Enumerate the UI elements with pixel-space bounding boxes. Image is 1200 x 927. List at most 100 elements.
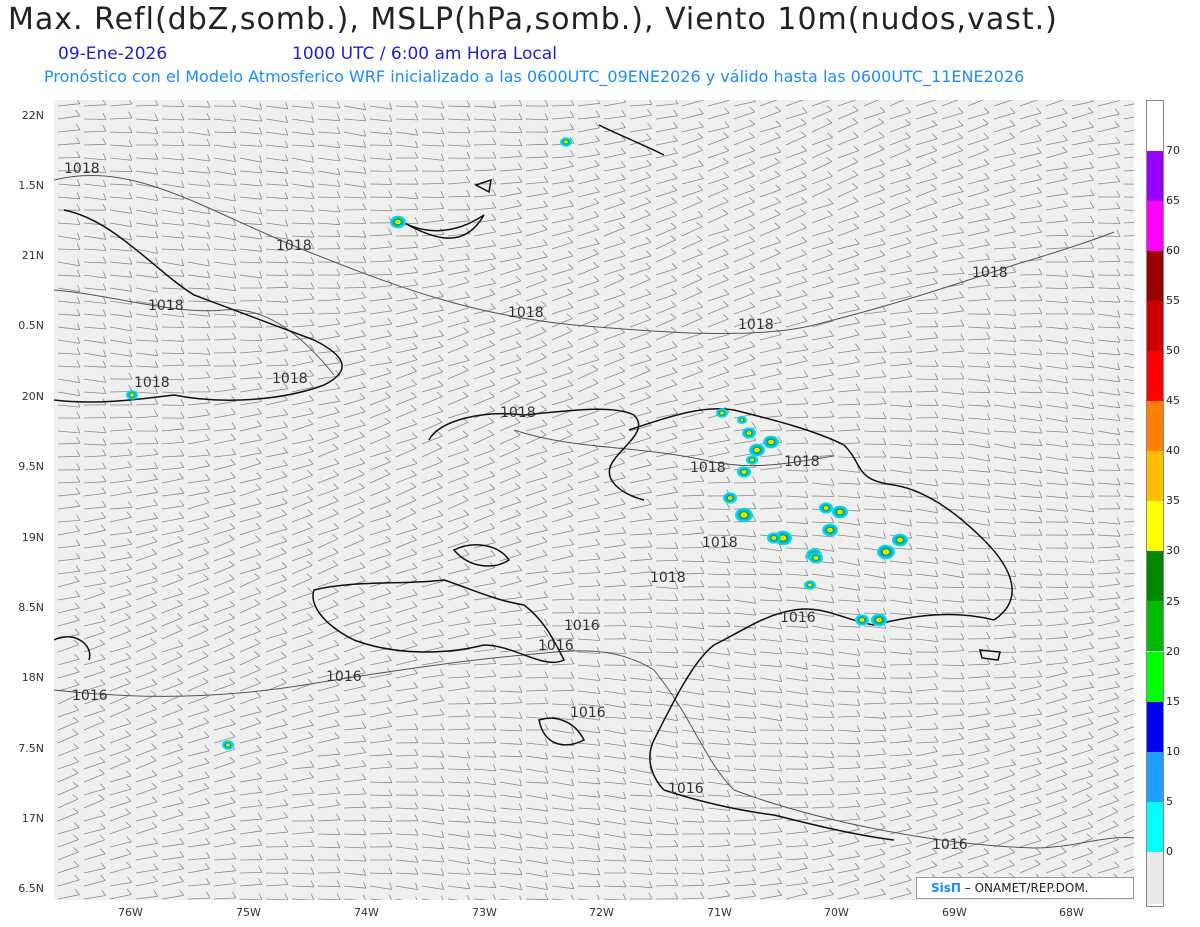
wind-barb-flag xyxy=(414,748,419,756)
wind-barb-flag xyxy=(778,423,783,431)
wind-barb-shaft xyxy=(265,817,288,822)
wind-barb-shaft xyxy=(837,469,860,473)
wind-barb-shaft xyxy=(889,815,912,822)
wind-barb-flag xyxy=(619,457,626,464)
wind-barb-shaft xyxy=(915,112,938,120)
wind-barb-shaft xyxy=(83,582,106,588)
wind-barb-flag xyxy=(595,552,601,560)
wind-barb-flag xyxy=(1010,693,1016,700)
wind-barb-shaft xyxy=(941,257,964,263)
wind-barb-flag xyxy=(126,770,132,777)
wind-barb-shaft xyxy=(863,323,886,328)
wind-barb-flag xyxy=(177,809,184,815)
wind-barb-flag xyxy=(206,347,211,355)
wind-barb-shaft xyxy=(655,466,678,471)
wind-barb-flag xyxy=(1087,808,1094,815)
wind-barb-flag xyxy=(129,284,133,292)
wind-barb-shaft xyxy=(837,227,859,237)
wind-barb-shaft xyxy=(863,243,886,250)
wind-barb-shaft xyxy=(811,664,834,669)
wind-barb-flag xyxy=(932,809,938,816)
wind-barb-shaft xyxy=(343,512,365,523)
wind-barb-shaft xyxy=(265,736,288,744)
wind-barb-flag xyxy=(722,235,729,241)
wind-barb-flag xyxy=(1064,581,1069,588)
wind-barb-shaft xyxy=(499,514,521,523)
wind-barb-shaft xyxy=(525,279,547,289)
wind-barb-flag xyxy=(179,499,185,507)
wind-barb-shaft xyxy=(265,118,288,123)
wind-barb-shaft xyxy=(629,153,652,159)
wind-barb-shaft xyxy=(83,592,105,601)
wind-barb-flag xyxy=(1089,174,1094,181)
wind-barb-shaft xyxy=(109,222,132,228)
wind-barb-flag xyxy=(231,837,236,844)
wind-barb-shaft xyxy=(1019,586,1043,589)
wind-barb-shaft xyxy=(447,396,469,406)
wind-barb-flag xyxy=(361,773,367,780)
wind-barb-shaft xyxy=(915,256,938,263)
wind-barb-shaft xyxy=(317,658,340,666)
wind-barb-shaft xyxy=(603,742,626,747)
wind-barb-shaft xyxy=(863,282,886,289)
wind-barb-shaft xyxy=(525,461,547,471)
wind-barb-flag xyxy=(648,620,653,628)
wind-barb-flag xyxy=(101,551,106,558)
wind-barb-flag xyxy=(646,380,652,387)
wind-barb-shaft xyxy=(1045,220,1068,224)
wind-barb-flag xyxy=(415,842,419,850)
wind-barb-flag xyxy=(753,608,757,616)
wind-barb-flag xyxy=(983,159,990,165)
wind-barb-flag xyxy=(232,243,237,251)
wind-barb-flag xyxy=(621,579,627,586)
wind-barb-flag xyxy=(752,476,757,483)
wind-barb-flag xyxy=(752,568,757,575)
wind-barb-shaft xyxy=(239,630,261,640)
wind-barb-flag xyxy=(230,718,236,725)
wind-barb-flag xyxy=(389,127,393,135)
wind-barb-shaft xyxy=(577,243,600,250)
wind-barb-shaft xyxy=(811,148,833,159)
wind-barb-flag xyxy=(961,570,965,578)
wind-barb-shaft xyxy=(759,268,782,276)
wind-barb-flag xyxy=(674,541,679,549)
wind-barb-flag xyxy=(671,185,678,191)
wind-barb-shaft xyxy=(811,677,834,681)
wind-barb-flag xyxy=(463,457,469,463)
wind-barb-flag xyxy=(723,132,729,138)
wind-barb-shaft xyxy=(1045,456,1068,461)
wind-barb-flag xyxy=(230,784,236,791)
wind-barb-flag xyxy=(76,203,81,211)
wind-barb-shaft xyxy=(603,833,626,839)
wind-barb-shaft xyxy=(421,335,444,341)
wind-barb-flag xyxy=(181,218,185,226)
wind-barb-flag xyxy=(726,827,731,834)
wind-barb-shaft xyxy=(967,338,991,341)
wind-barb-shaft xyxy=(109,491,132,497)
wind-barb-shaft xyxy=(1123,790,1134,796)
wind-barb-flag xyxy=(830,673,835,680)
wind-barb-flag xyxy=(1063,592,1069,599)
wind-barb-flag xyxy=(1116,489,1121,497)
wind-barb-shaft xyxy=(915,100,938,107)
wind-barb-shaft xyxy=(1045,735,1068,744)
wind-barb-flag xyxy=(177,600,183,606)
wind-barb-flag xyxy=(281,536,288,542)
wind-barb-shaft xyxy=(291,183,314,188)
wind-barb-shaft xyxy=(317,131,341,134)
wind-barb-shaft xyxy=(967,218,990,224)
wind-barb-flag xyxy=(176,651,183,657)
wind-barb-flag xyxy=(800,157,807,164)
wind-barb-shaft xyxy=(395,699,418,705)
wind-barb-flag xyxy=(413,278,419,286)
wind-barb-shaft xyxy=(525,118,549,121)
wind-barb-shaft xyxy=(707,794,730,797)
wind-barb-flag xyxy=(541,496,547,502)
wind-barb-flag xyxy=(100,862,106,869)
wind-barb-shaft xyxy=(343,183,366,188)
wind-barb-shaft xyxy=(1123,365,1134,369)
wind-barb-shaft xyxy=(161,567,184,575)
wind-barb-flag xyxy=(518,657,523,664)
wind-barb-flag xyxy=(778,787,783,795)
wind-barb-shaft xyxy=(369,487,391,497)
